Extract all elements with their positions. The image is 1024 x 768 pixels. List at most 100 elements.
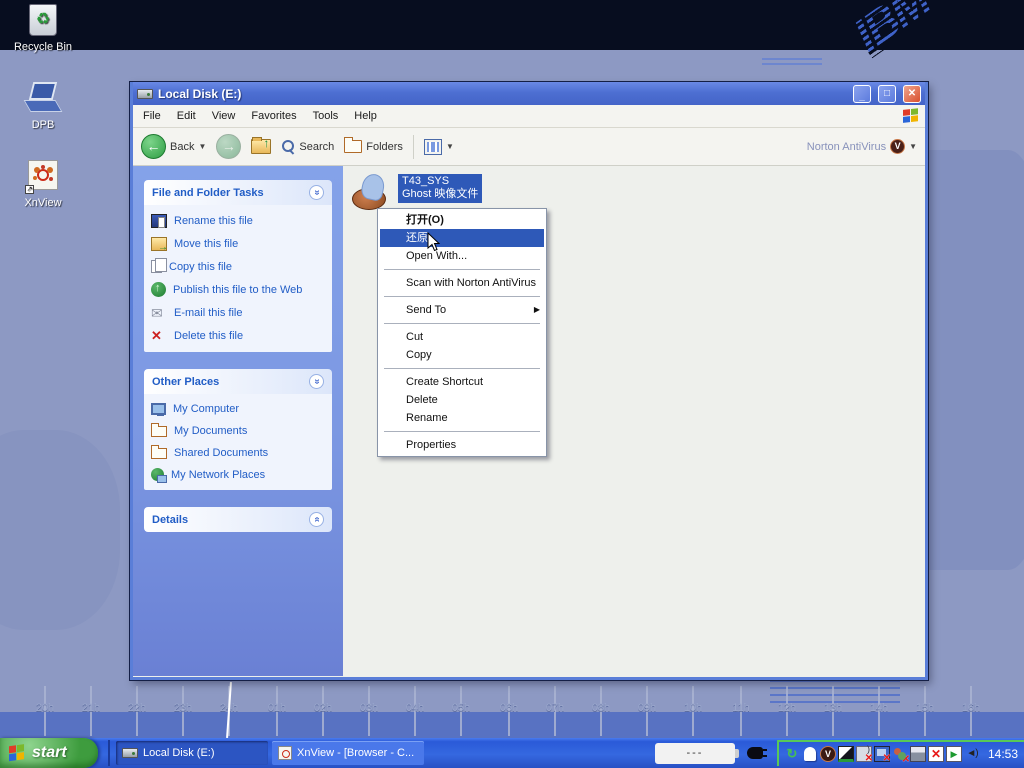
collapse-chevron-icon[interactable]: »	[309, 374, 324, 389]
file-type: Ghost 映像文件	[402, 188, 478, 201]
window-titlebar[interactable]: Local Disk (E:) _ □ ✕	[133, 82, 925, 105]
views-grid-icon	[424, 139, 442, 155]
menu-file[interactable]: File	[135, 107, 169, 125]
tray-media-icon[interactable]: ▶	[946, 746, 962, 762]
start-button[interactable]: start	[0, 738, 98, 768]
link-my-network-places[interactable]: My Network Places	[151, 468, 325, 481]
tray-norton-ghost-icon[interactable]	[802, 746, 818, 762]
other-places-panel: Other Places » My Computer My Documents …	[144, 369, 332, 490]
wallpaper-lines	[762, 58, 822, 68]
panel-header[interactable]: File and Folder Tasks »	[144, 180, 332, 205]
task-copy-this-file[interactable]: Copy this file	[151, 260, 325, 273]
context-menu-item-send-to[interactable]: Send To▶	[378, 301, 546, 319]
copy-icon	[151, 260, 162, 273]
timeline-label: 04h	[392, 702, 438, 714]
views-dropdown-caret[interactable]: ▼	[446, 142, 454, 151]
views-button[interactable]: ▼	[424, 139, 454, 155]
taskbar: start Local Disk (E:) XnView - [Browser …	[0, 738, 1024, 768]
context-menu-item-open[interactable]: 打开(O)	[378, 211, 546, 229]
menu-item-label: Send To	[406, 304, 446, 316]
recycle-bin-icon: ♻	[29, 4, 57, 36]
tray-network-disconnected-icon[interactable]: ✕	[856, 746, 872, 762]
desktop-icon-dpb[interactable]: DPB	[8, 82, 78, 131]
tray-printer-icon[interactable]	[910, 746, 926, 762]
link-my-computer[interactable]: My Computer	[151, 403, 325, 415]
forward-button[interactable]: →	[216, 134, 241, 159]
menu-separator	[384, 368, 540, 369]
context-menu-item-restore[interactable]: 还原	[380, 229, 544, 247]
expand-chevron-icon[interactable]: »	[309, 512, 324, 527]
context-menu-item-create-shortcut[interactable]: Create Shortcut	[378, 373, 546, 391]
folders-icon	[344, 140, 362, 153]
tray-messenger-offline-icon[interactable]: ✕	[892, 746, 908, 762]
start-label: start	[32, 744, 67, 762]
back-dropdown-caret[interactable]: ▼	[198, 142, 206, 151]
menu-tools[interactable]: Tools	[305, 107, 347, 125]
tray-update-icon[interactable]: ↻	[784, 746, 800, 762]
collapse-chevron-icon[interactable]: »	[309, 185, 324, 200]
context-menu-item-properties[interactable]: Properties	[378, 436, 546, 454]
menu-separator	[384, 323, 540, 324]
task-label: Copy this file	[169, 261, 232, 273]
toolbar-separator	[413, 135, 414, 159]
link-label: My Network Places	[171, 469, 265, 481]
publish-web-icon	[151, 282, 166, 297]
xnview-icon: ↗	[25, 160, 61, 194]
task-publish-this-file[interactable]: Publish this file to the Web	[151, 282, 325, 297]
desktop-icon-recycle-bin[interactable]: ♻ Recycle Bin	[8, 4, 78, 53]
context-menu: 打开(O) 还原 Open With... Scan with Norton A…	[377, 208, 547, 457]
back-button[interactable]: ← Back ▼	[141, 134, 206, 159]
menu-favorites[interactable]: Favorites	[243, 107, 304, 125]
back-arrow-icon: ←	[141, 134, 166, 159]
taskbar-task-xnview[interactable]: XnView - [Browser - C...	[272, 741, 424, 765]
tray-power-meter-icon[interactable]	[838, 746, 854, 762]
battery-meter-widget[interactable]: ---	[655, 743, 735, 764]
close-button[interactable]: ✕	[903, 85, 921, 103]
timeline-label: 05h	[438, 702, 484, 714]
norton-antivirus-button[interactable]: Norton AntiVirus V ▼	[807, 139, 917, 154]
minimize-button[interactable]: _	[853, 85, 871, 103]
tray-volume-icon[interactable]: ◄)	[964, 746, 980, 762]
tray-disconnected-drive-icon[interactable]	[928, 746, 944, 762]
context-menu-item-rename[interactable]: Rename	[378, 409, 546, 427]
panel-header[interactable]: Other Places »	[144, 369, 332, 394]
menu-help[interactable]: Help	[346, 107, 385, 125]
context-menu-item-cut[interactable]: Cut	[378, 328, 546, 346]
xnview-icon	[278, 746, 292, 760]
taskbar-task-local-disk[interactable]: Local Disk (E:)	[116, 741, 268, 765]
context-menu-item-delete[interactable]: Delete	[378, 391, 546, 409]
context-menu-item-open-with[interactable]: Open With...	[378, 247, 546, 265]
timeline-label: 16h	[948, 702, 994, 714]
tray-connection-offline-icon[interactable]: ✕	[874, 746, 890, 762]
context-menu-item-copy[interactable]: Copy	[378, 346, 546, 364]
norton-dropdown-caret[interactable]: ▼	[909, 142, 917, 151]
maximize-button[interactable]: □	[878, 85, 896, 103]
task-pane-sidebar: File and Folder Tasks » Rename this file…	[133, 166, 343, 676]
context-menu-item-scan-norton[interactable]: Scan with Norton AntiVirus	[378, 274, 546, 292]
search-button[interactable]: Search	[281, 140, 334, 154]
ac-power-plug-icon	[747, 747, 763, 759]
timeline-label: 09h	[624, 702, 670, 714]
delete-x-icon: ✕	[151, 329, 167, 343]
task-delete-this-file[interactable]: ✕Delete this file	[151, 329, 325, 343]
folders-button[interactable]: Folders	[344, 140, 403, 153]
task-rename-this-file[interactable]: Rename this file	[151, 214, 325, 228]
link-shared-documents[interactable]: Shared Documents	[151, 446, 325, 459]
menu-separator	[384, 431, 540, 432]
panel-header[interactable]: Details »	[144, 507, 332, 532]
timeline-label: 08h	[578, 702, 624, 714]
timeline-label: 23h	[160, 702, 206, 714]
link-my-documents[interactable]: My Documents	[151, 424, 325, 437]
tray-norton-antivirus-icon[interactable]: V	[820, 746, 836, 762]
up-button[interactable]	[251, 139, 271, 154]
task-move-this-file[interactable]: Move this file	[151, 237, 325, 251]
menu-separator	[384, 269, 540, 270]
menu-separator	[384, 296, 540, 297]
menu-view[interactable]: View	[204, 107, 244, 125]
task-email-this-file[interactable]: ✉E-mail this file	[151, 306, 325, 320]
shared-documents-icon	[151, 448, 167, 459]
file-tile-t43-sys[interactable]: T43_SYS Ghost 映像文件	[352, 174, 482, 210]
desktop-icon-xnview[interactable]: ↗ XnView	[8, 160, 78, 209]
menu-edit[interactable]: Edit	[169, 107, 204, 125]
email-icon: ✉	[151, 306, 167, 320]
